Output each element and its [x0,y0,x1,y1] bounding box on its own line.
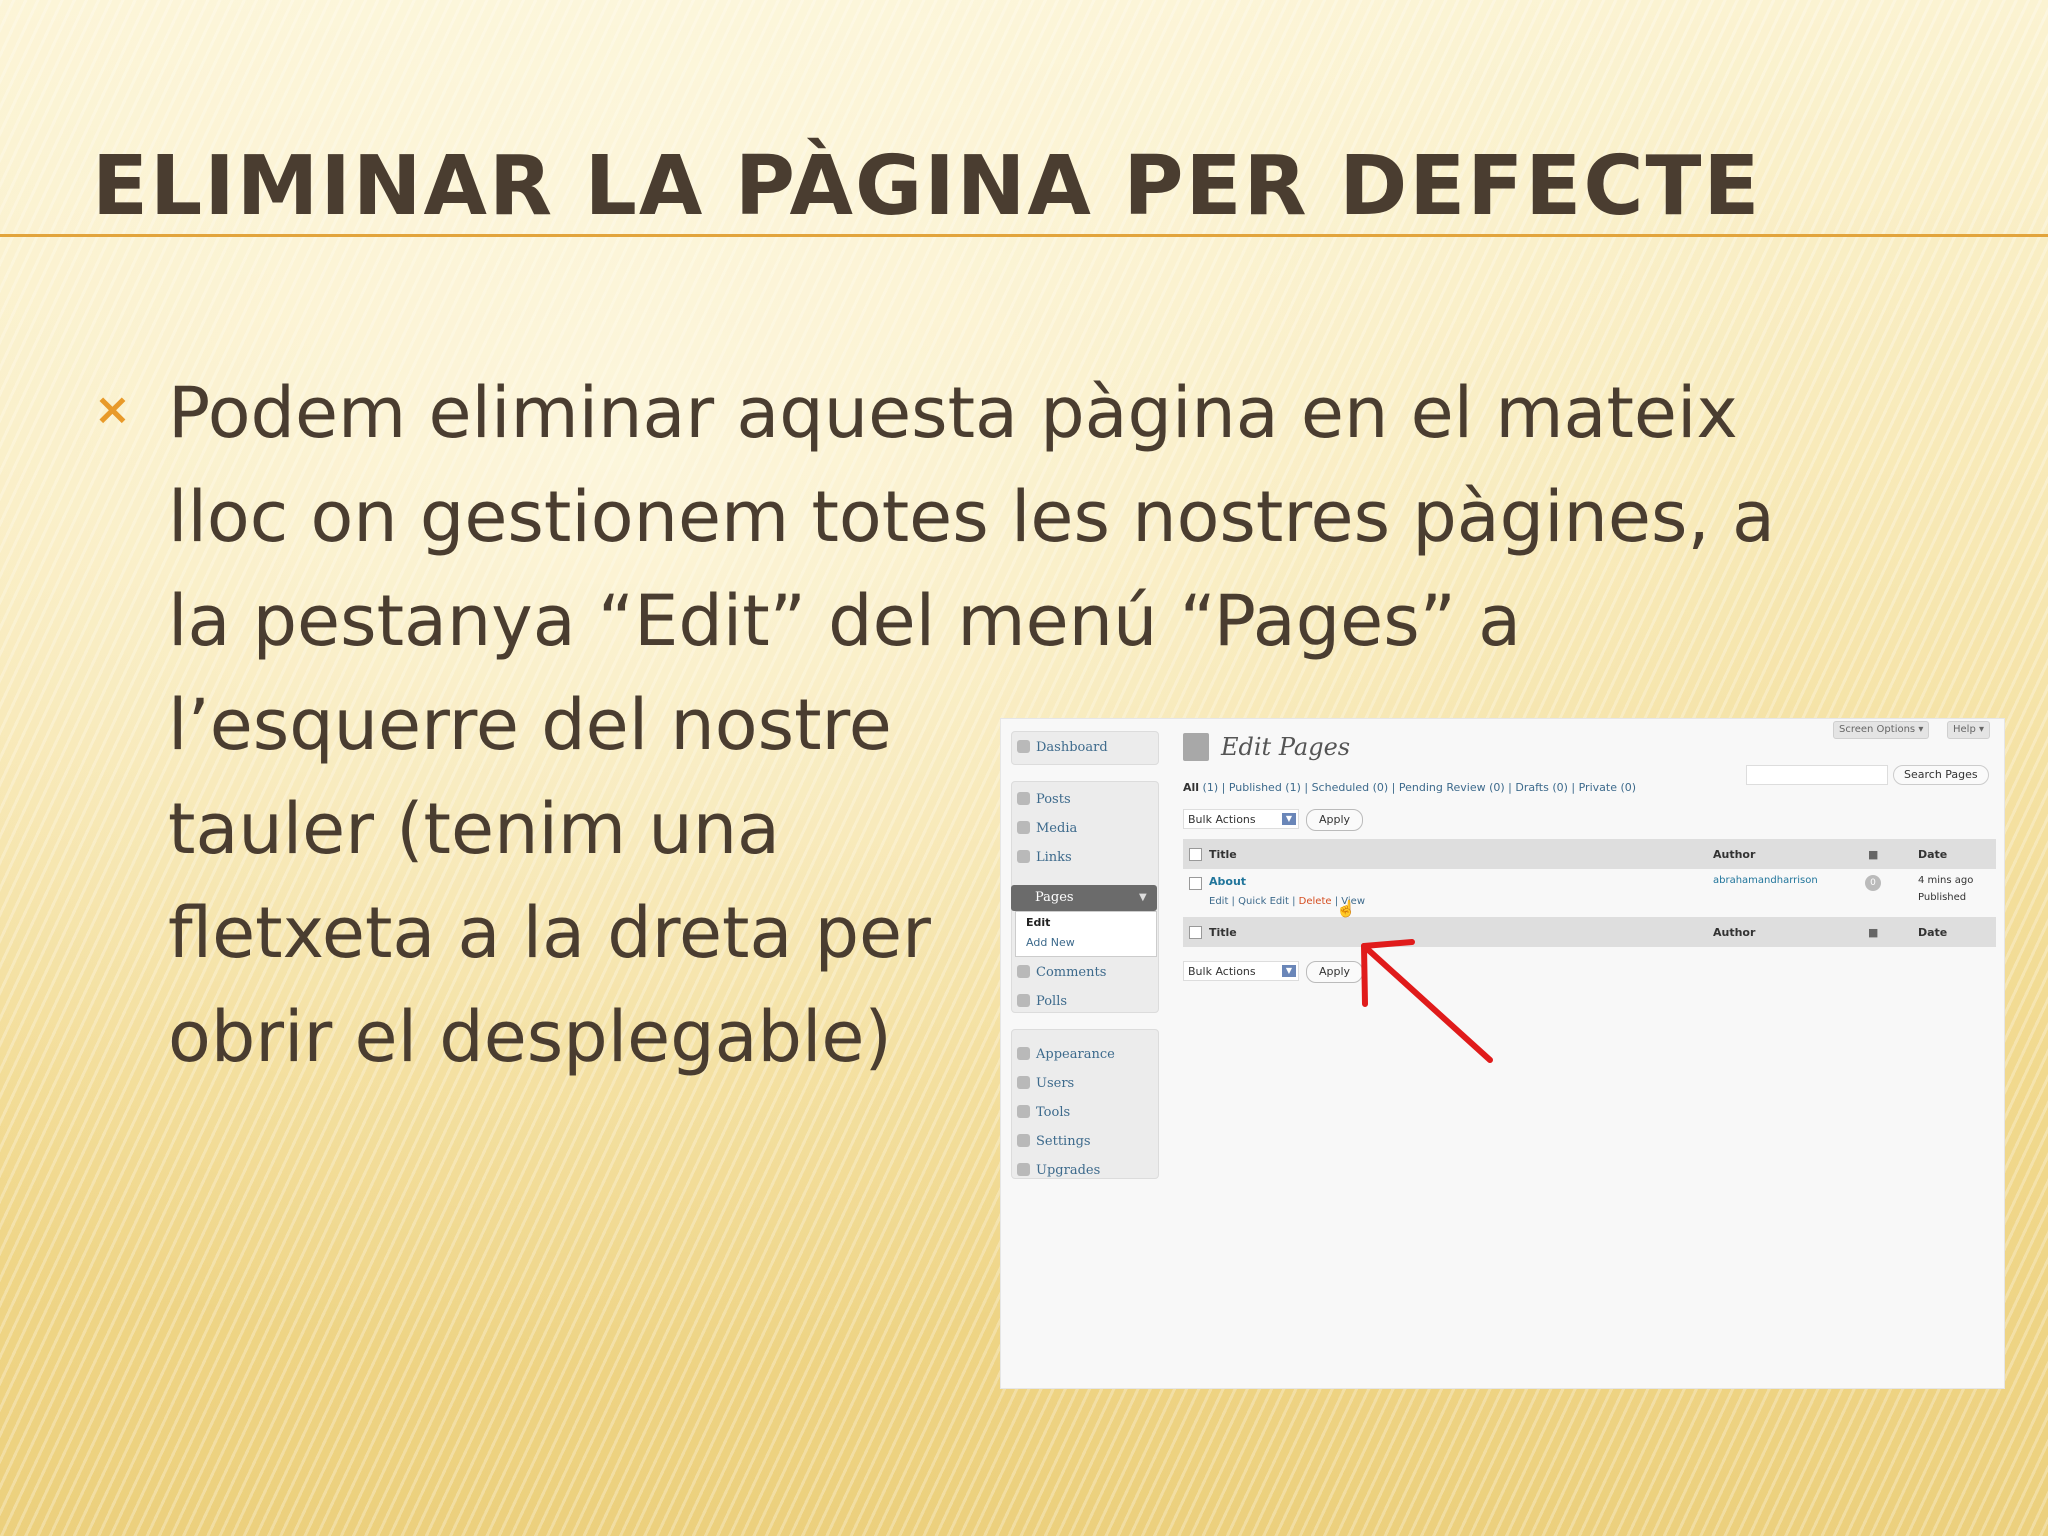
arrow-head-left [1361,943,1368,1007]
body-line-7: obrir el desplegable) [168,996,892,1078]
red-arrow-annotation [1361,939,1493,1063]
body-line-2: lloc on gestionem totes les nostres pàgi… [168,476,1775,558]
slide: ELIMINAR LA PÀGINA PER DEFECTE × Podem e… [0,0,2048,1536]
slide-title: ELIMINAR LA PÀGINA PER DEFECTE [92,139,1762,234]
arrow-head-right [1361,939,1415,949]
body-line-3: la pestanya “Edit” del menú “Pages” a [168,580,1522,662]
body-line-4: l’esquerre del nostre [168,684,892,766]
title-underline [0,234,2048,237]
body-line-6: fletxeta a la dreta per [168,892,931,974]
arrow-shaft [1361,943,1493,1063]
body-line-1: Podem eliminar aquesta pàgina en el mate… [168,372,1738,454]
bullet-x-icon: × [94,384,131,435]
body-line-5: tauler (tenim una [168,788,780,870]
